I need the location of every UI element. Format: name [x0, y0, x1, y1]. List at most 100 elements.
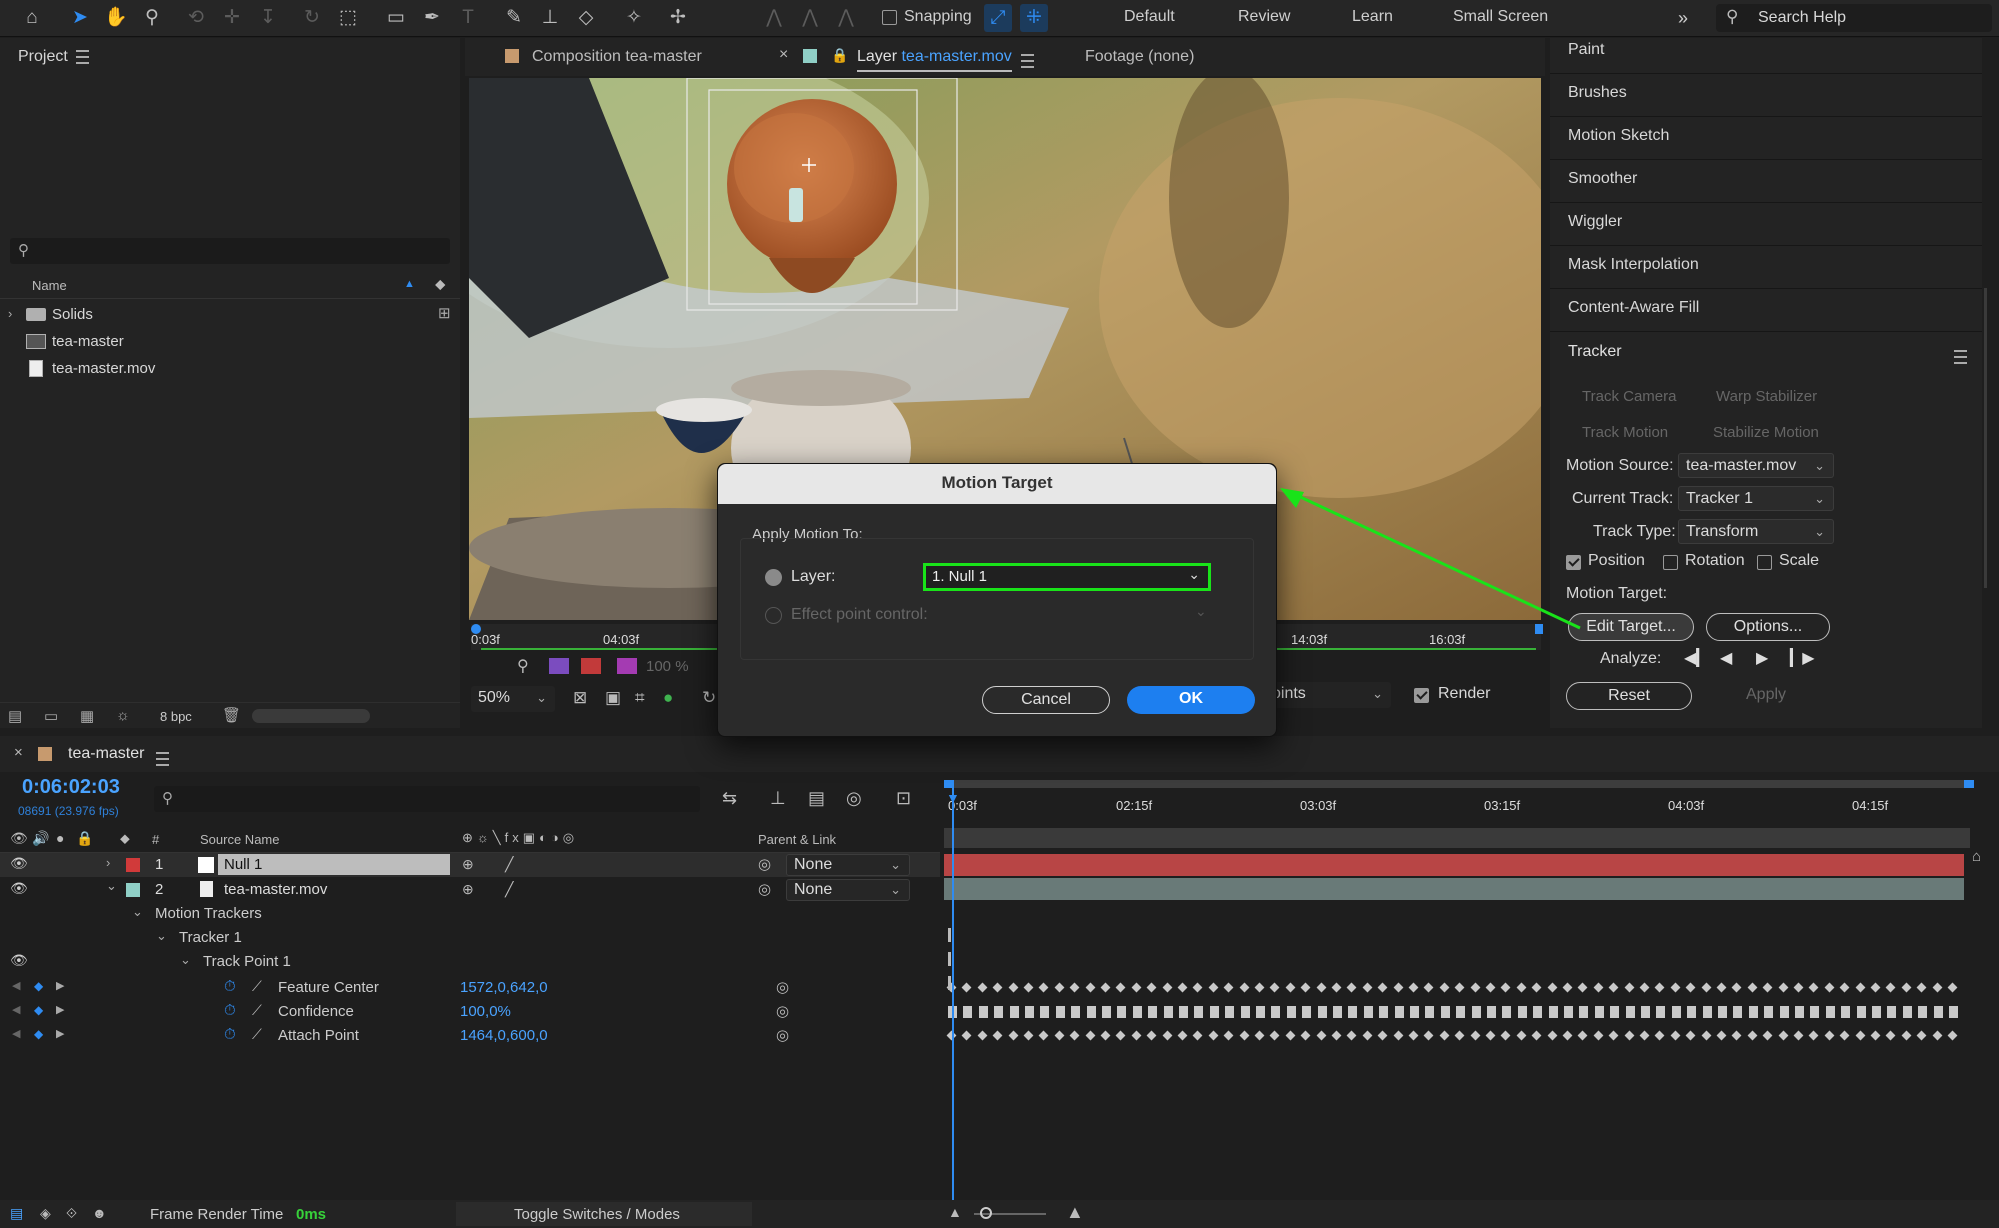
keyframe[interactable]: [1346, 982, 1357, 993]
keyframe[interactable]: [1670, 1030, 1681, 1041]
snap-edges-icon[interactable]: ⤢: [984, 4, 1012, 32]
keyframe[interactable]: [1271, 1006, 1281, 1018]
project-settings-icon[interactable]: ☼: [116, 707, 130, 724]
keyframe[interactable]: [1855, 982, 1866, 993]
keyframe[interactable]: [961, 982, 972, 993]
keyframe[interactable]: [1610, 1006, 1620, 1018]
keyframe[interactable]: [1456, 1006, 1466, 1018]
keyframe[interactable]: [1040, 1006, 1050, 1018]
next-keyframe-icon[interactable]: ▶: [56, 1003, 64, 1016]
label-tag-icon[interactable]: ⬥: [435, 276, 446, 293]
keyframe[interactable]: [1148, 1006, 1158, 1018]
keyframe[interactable]: [1624, 1030, 1635, 1041]
keyframe[interactable]: [1331, 1030, 1342, 1041]
keyframe[interactable]: [1670, 982, 1681, 993]
keyframe[interactable]: [1071, 1006, 1081, 1018]
keyframe[interactable]: [1254, 1030, 1265, 1041]
keyframe[interactable]: [1348, 1006, 1358, 1018]
keyframe[interactable]: [1146, 982, 1157, 993]
zoom-tool-icon[interactable]: ⚲: [138, 4, 166, 32]
quality-switch-icon[interactable]: ╱: [505, 881, 513, 898]
keyframe[interactable]: [1562, 982, 1573, 993]
stabilize-motion-button[interactable]: Stabilize Motion: [1713, 424, 1819, 441]
project-item-tea-master[interactable]: tea-master: [0, 329, 440, 355]
keyframe[interactable]: [1208, 982, 1219, 993]
keyframe[interactable]: [1547, 1030, 1558, 1041]
keyframe[interactable]: [1316, 1030, 1327, 1041]
keyframe[interactable]: [1932, 982, 1943, 993]
keyframe[interactable]: [1485, 1030, 1496, 1041]
property-value[interactable]: 100,0%: [460, 1003, 511, 1020]
keyframe[interactable]: [1179, 1006, 1188, 1018]
audio-icon[interactable]: 🔊: [32, 830, 49, 847]
chevron-down-icon[interactable]: ⌄: [132, 904, 143, 920]
keyframe[interactable]: [1562, 1030, 1573, 1041]
keyframe[interactable]: [1069, 1030, 1080, 1041]
keyframe[interactable]: [1793, 982, 1804, 993]
keyframe[interactable]: [1285, 982, 1296, 993]
keyframe[interactable]: [1716, 1030, 1727, 1041]
label-tag-icon[interactable]: ⬥: [120, 830, 130, 847]
parent-dropdown[interactable]: None ⌄: [786, 879, 910, 901]
keyframe[interactable]: [1949, 1006, 1958, 1018]
visibility-eye-icon[interactable]: 👁: [10, 952, 28, 969]
layer-target-dropdown[interactable]: 1. Null 1 ⌄: [923, 563, 1211, 591]
stopwatch-icon[interactable]: ⏱: [224, 1002, 236, 1019]
analyze-forward-all-icon[interactable]: ▎▶: [1790, 648, 1815, 668]
rectangle-tool-icon[interactable]: ▭: [382, 4, 410, 32]
workspace-small-screen[interactable]: Small Screen: [1453, 8, 1548, 26]
column-source-name[interactable]: Source Name: [200, 832, 279, 847]
project-item-tea-master-mov[interactable]: tea-master.mov: [0, 356, 440, 382]
keyframe[interactable]: [1594, 1006, 1604, 1018]
quality-switch-icon[interactable]: ╱: [505, 856, 513, 873]
keyframe[interactable]: [1547, 982, 1558, 993]
current-timecode[interactable]: 0:06:02:03: [22, 776, 120, 799]
keyframe[interactable]: [1516, 1030, 1527, 1041]
tracker-menu-icon[interactable]: [1954, 348, 1967, 366]
keyframe[interactable]: [1131, 1030, 1142, 1041]
zoom-out-icon[interactable]: ▲: [948, 1204, 962, 1220]
motion-source-dropdown[interactable]: tea-master.mov ⌄: [1678, 453, 1834, 478]
panel-item-wiggler[interactable]: Wiggler: [1550, 203, 1982, 246]
overflow-chevron-icon[interactable]: »: [1678, 8, 1688, 29]
keyframe[interactable]: [1824, 982, 1835, 993]
current-track-dropdown[interactable]: Tracker 1 ⌄: [1678, 486, 1834, 511]
keyframe[interactable]: [1192, 982, 1203, 993]
keyframe[interactable]: [1408, 982, 1419, 993]
keyframe[interactable]: [1377, 1030, 1388, 1041]
tab-layer[interactable]: Layer tea-master.mov: [857, 48, 1012, 72]
workspace-review[interactable]: Review: [1238, 8, 1290, 26]
keyframe[interactable]: [1839, 982, 1850, 993]
interpret-footage-icon[interactable]: ▤: [8, 707, 22, 725]
visibility-eye-icon[interactable]: 👁: [10, 855, 28, 872]
search-help-input[interactable]: Search Help: [1758, 9, 1846, 27]
keyframe[interactable]: [1902, 1006, 1912, 1018]
keyframe[interactable]: [1548, 1006, 1558, 1018]
align-left-icon[interactable]: ⋀: [760, 4, 788, 32]
close-tab-icon[interactable]: ×: [14, 744, 23, 761]
prev-keyframe-icon[interactable]: ◀: [12, 1027, 20, 1040]
scrollbar[interactable]: [1984, 288, 1987, 588]
layer-bar-null-1[interactable]: [944, 854, 1964, 876]
keyframe[interactable]: [1872, 1006, 1881, 1018]
keyframe[interactable]: [1240, 1006, 1250, 1018]
keyframe[interactable]: [1379, 1006, 1389, 1018]
keyframe[interactable]: [1778, 982, 1789, 993]
pan-camera-icon[interactable]: ✛: [218, 4, 246, 32]
panel-item-paint[interactable]: Paint: [1550, 38, 1982, 74]
keyframe[interactable]: [1285, 1030, 1296, 1041]
keyframe[interactable]: [1269, 982, 1280, 993]
keyframe[interactable]: [1778, 1030, 1789, 1041]
zoom-in-icon[interactable]: ▲: [1066, 1202, 1084, 1223]
keyframe[interactable]: [1671, 1006, 1681, 1018]
keyframe[interactable]: [1701, 982, 1712, 993]
keyframe[interactable]: [1593, 1030, 1604, 1041]
keyframe[interactable]: [1641, 1006, 1650, 1018]
keyframe[interactable]: [1025, 1006, 1034, 1018]
layer-row-null-1[interactable]: 👁 › 1 Null 1 ⊕ ╱ ◎ None ⌄: [0, 853, 940, 877]
bpc-label[interactable]: 8 bpc: [160, 709, 192, 724]
keyframe[interactable]: [1008, 1030, 1019, 1041]
keyframe[interactable]: [963, 1006, 973, 1018]
keyframe[interactable]: [1054, 1030, 1065, 1041]
keyframe[interactable]: [1885, 982, 1896, 993]
